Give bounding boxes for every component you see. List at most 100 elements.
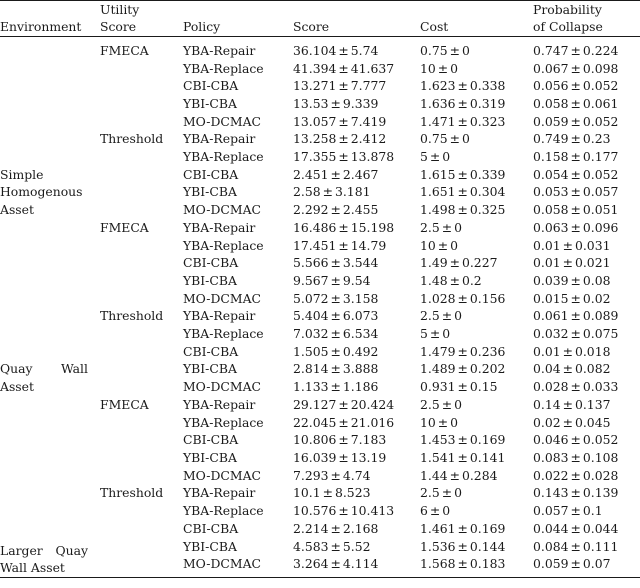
value-mean: 0.75 [420, 131, 448, 147]
plus-minus-symbol: ± [457, 379, 468, 395]
value-std: 0.284 [461, 467, 498, 483]
policy-cell: YBI-CBA [183, 272, 237, 288]
policy-cell: MO-DCMAC [183, 379, 262, 395]
policy-cell: YBA-Repair [183, 485, 256, 501]
value-std: 0 [450, 237, 459, 253]
probability-of-collapse-cell: 0.039 ±0.08 [533, 272, 640, 290]
environment-cell: Quay Wall Asset [0, 219, 100, 396]
value-std: 4.114 [342, 556, 379, 572]
plus-minus-symbol: ± [457, 556, 468, 572]
value-std: 0.052 [582, 166, 619, 182]
cost-cell: 10 ±0 [420, 414, 533, 432]
value-mean: 2.5 [420, 396, 440, 412]
value-std: 0.02 [582, 290, 611, 306]
value-std: 0.045 [574, 414, 611, 430]
plus-minus-symbol: ± [449, 131, 460, 147]
value-mean: 0.058 [533, 95, 569, 111]
utility-score-label: Threshold [100, 131, 164, 147]
value-mean: 0.143 [533, 485, 569, 501]
value-mean: 0.057 [533, 503, 569, 519]
value-mean: 2.814 [293, 361, 329, 377]
plus-minus-symbol: ± [441, 485, 453, 501]
utility-score-cell: FMECA [100, 396, 183, 485]
score-cell: 2.214 ±2.168 [293, 520, 420, 538]
plus-minus-symbol: ± [570, 78, 581, 94]
plus-minus-symbol: ± [570, 290, 581, 306]
probability-of-collapse-cell: 0.054 ±0.052 [533, 166, 640, 184]
probability-of-collapse-cell: 0.067 ±0.098 [533, 60, 640, 78]
policy-cell: YBA-Replace [183, 237, 264, 253]
policy-cell: CBI-CBA [183, 432, 239, 448]
probability-of-collapse-cell: 0.749 ±0.23 [533, 130, 640, 148]
value-mean: 0.084 [533, 538, 569, 554]
value-mean: 0.747 [533, 42, 569, 58]
value-mean: 13.258 [293, 131, 337, 147]
cost-cell: 1.636 ±0.319 [420, 95, 533, 113]
bottom-rule-cell [0, 577, 100, 578]
policy-cell: MO-DCMAC [183, 113, 262, 129]
environment-line: Larger Quay [0, 542, 88, 560]
score-cell: 41.394 ±41.637 [293, 60, 420, 78]
probability-of-collapse-cell: 0.14 ±0.137 [533, 396, 640, 414]
value-std: 3.181 [334, 184, 371, 200]
value-mean: 1.536 [420, 538, 456, 554]
plus-minus-symbol: ± [457, 432, 468, 448]
value-std: 0 [454, 485, 462, 501]
value-std: 13.878 [350, 149, 395, 165]
table-row: Quay Wall Asset FMECA YBA-Repair 16.486 ±15.19… [0, 219, 640, 394]
plus-minus-symbol: ± [449, 272, 460, 288]
value-std: 0.224 [582, 42, 619, 58]
score-cell: 22.045 ±21.016 [293, 414, 420, 432]
cost-cell: 0.75 ±0 [420, 130, 533, 148]
value-std: 0.144 [469, 538, 506, 554]
value-std: 0.021 [574, 255, 611, 271]
plus-minus-symbol: ± [330, 255, 341, 271]
score-cell: 10.1 ±8.523 [293, 484, 420, 502]
plus-minus-symbol: ± [330, 290, 341, 306]
plus-minus-symbol: ± [562, 414, 573, 430]
value-mean: 13.057 [293, 113, 337, 129]
cost-cell: 0.931 ±0.15 [420, 378, 533, 396]
value-std: 0.169 [469, 432, 506, 448]
value-std: 0.338 [469, 78, 506, 94]
value-std: 0.202 [469, 361, 506, 377]
value-mean: 13.271 [293, 78, 337, 94]
value-mean: 2.5 [420, 219, 440, 235]
utility-score-cell: FMECA [100, 35, 183, 131]
header-cell-utility-score: Utility Score [100, 0, 183, 37]
value-mean: 22.045 [293, 414, 337, 430]
value-mean: 13.53 [293, 95, 329, 111]
value-mean: 0.022 [533, 467, 569, 483]
value-mean: 6 [420, 503, 428, 519]
value-mean: 9.567 [293, 272, 329, 288]
score-cell: 7.293 ±4.74 [293, 467, 420, 485]
probability-of-collapse-cell: 0.015 ±0.02 [533, 290, 640, 308]
value-mean: 0.058 [533, 202, 569, 218]
value-std: 0.319 [469, 95, 506, 111]
probability-of-collapse-cell: 0.022 ±0.028 [533, 467, 640, 485]
value-mean: 5.566 [293, 255, 329, 271]
cost-cell: 1.028 ±0.156 [420, 290, 533, 308]
utility-score-label: Threshold [100, 308, 164, 324]
value-mean: 16.039 [293, 449, 337, 465]
score-cell: 1.505 ±0.492 [293, 343, 420, 361]
value-std: 0.23 [582, 131, 611, 147]
cost-cell: 1.541 ±0.141 [420, 449, 533, 467]
value-mean: 1.028 [420, 290, 456, 306]
plus-minus-symbol: ± [570, 308, 581, 324]
plus-minus-symbol: ± [570, 42, 581, 58]
value-std: 0 [450, 414, 459, 430]
policy-cell: YBA-Repair [183, 396, 256, 412]
value-mean: 2.5 [420, 485, 440, 501]
value-std: 0.156 [469, 290, 506, 306]
value-std: 0.139 [582, 485, 619, 501]
cost-cell: 1.623 ±0.338 [420, 77, 533, 95]
plus-minus-symbol: ± [457, 449, 468, 465]
cost-cell: 1.489 ±0.202 [420, 360, 533, 378]
utility-score-cell: Threshold [100, 484, 183, 577]
value-mean: 0.04 [533, 361, 561, 377]
plus-minus-symbol: ± [338, 149, 349, 165]
value-std: 0 [461, 42, 470, 58]
environment-line: Wall Asset [0, 560, 65, 576]
header-environment-line-1: Environment [0, 19, 82, 35]
